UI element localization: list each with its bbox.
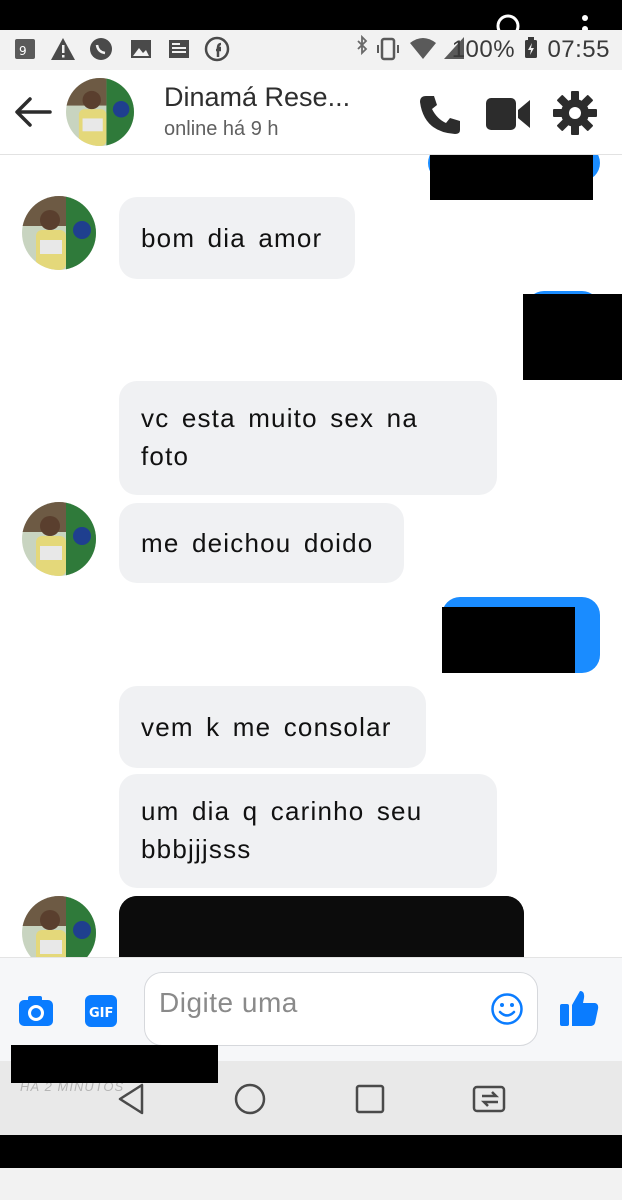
phone-icon[interactable] [416, 92, 464, 136]
message-input-placeholder: Digite uma [159, 987, 298, 1018]
top-black-band [0, 0, 622, 30]
message-text: vc esta muito sex na foto [141, 403, 418, 471]
sender-avatar[interactable] [22, 896, 96, 957]
message-text: um dia q carinho seu bbbjjjsss [141, 796, 423, 864]
image-thumbnail [119, 896, 524, 957]
video-camera-icon[interactable] [484, 94, 532, 134]
emoji-icon[interactable] [490, 992, 524, 1026]
thumbs-up-icon[interactable] [558, 988, 600, 1028]
gear-icon[interactable] [552, 90, 598, 136]
message-text: vem k me consolar [141, 712, 392, 742]
camera-icon[interactable] [18, 994, 54, 1028]
avatar-photo [22, 196, 96, 270]
back-nav-icon[interactable] [112, 1079, 152, 1119]
sender-avatar[interactable] [22, 502, 96, 576]
status-battery-time: 100% 07:55 [452, 36, 610, 64]
message-text: bom dia amor [141, 223, 323, 253]
incoming-message[interactable]: me deichou doido [119, 503, 404, 583]
redacted-block [11, 1045, 218, 1083]
sim-icon: 9 [15, 39, 35, 59]
system-nav-bar: HÁ 2 MINUTOS [0, 1045, 622, 1135]
conversation-header: Dinamá Rese... online há 9 h [0, 70, 622, 155]
bottom-black-band [0, 1135, 622, 1168]
incoming-message[interactable]: bom dia amor [119, 197, 355, 279]
message-input[interactable]: Digite uma [144, 972, 538, 1046]
svg-text:9: 9 [19, 44, 27, 58]
back-arrow-icon[interactable] [12, 94, 54, 130]
news-icon [169, 40, 189, 58]
contact-name[interactable]: Dinamá Rese... [164, 82, 350, 113]
gif-icon[interactable]: GIF [84, 994, 118, 1028]
redacted-block [523, 294, 622, 380]
message-list[interactable]: bom dia amor vc esta muito sex na foto m… [0, 155, 622, 957]
bottom-nav-strip [0, 1168, 622, 1200]
battery-icon [525, 37, 538, 58]
avatar-photo [22, 896, 96, 957]
sender-avatar[interactable] [22, 196, 96, 270]
avatar-photo [66, 78, 134, 146]
whatsapp-icon [90, 38, 112, 60]
redacted-block [430, 155, 593, 200]
switch-app-icon[interactable] [470, 1079, 510, 1119]
image-message[interactable] [119, 896, 524, 957]
status-bar: 9 100% 07:55 [0, 30, 622, 70]
warning-icon [51, 38, 75, 60]
recents-nav-icon[interactable] [350, 1079, 390, 1119]
facebook-icon [204, 36, 230, 62]
avatar-photo [22, 502, 96, 576]
gallery-icon [131, 40, 151, 58]
battery-percent: 100% [451, 36, 516, 63]
clock: 07:55 [547, 36, 610, 63]
message-text: me deichou doido [141, 528, 374, 558]
svg-text:GIF: GIF [89, 1006, 113, 1021]
contact-avatar[interactable] [66, 78, 134, 146]
home-nav-icon[interactable] [230, 1079, 270, 1119]
incoming-message[interactable]: um dia q carinho seu bbbjjjsss [119, 774, 497, 888]
incoming-message[interactable]: vem k me consolar [119, 686, 426, 768]
redacted-block [442, 607, 575, 673]
contact-status: online há 9 h [164, 118, 279, 140]
incoming-message[interactable]: vc esta muito sex na foto [119, 381, 497, 495]
